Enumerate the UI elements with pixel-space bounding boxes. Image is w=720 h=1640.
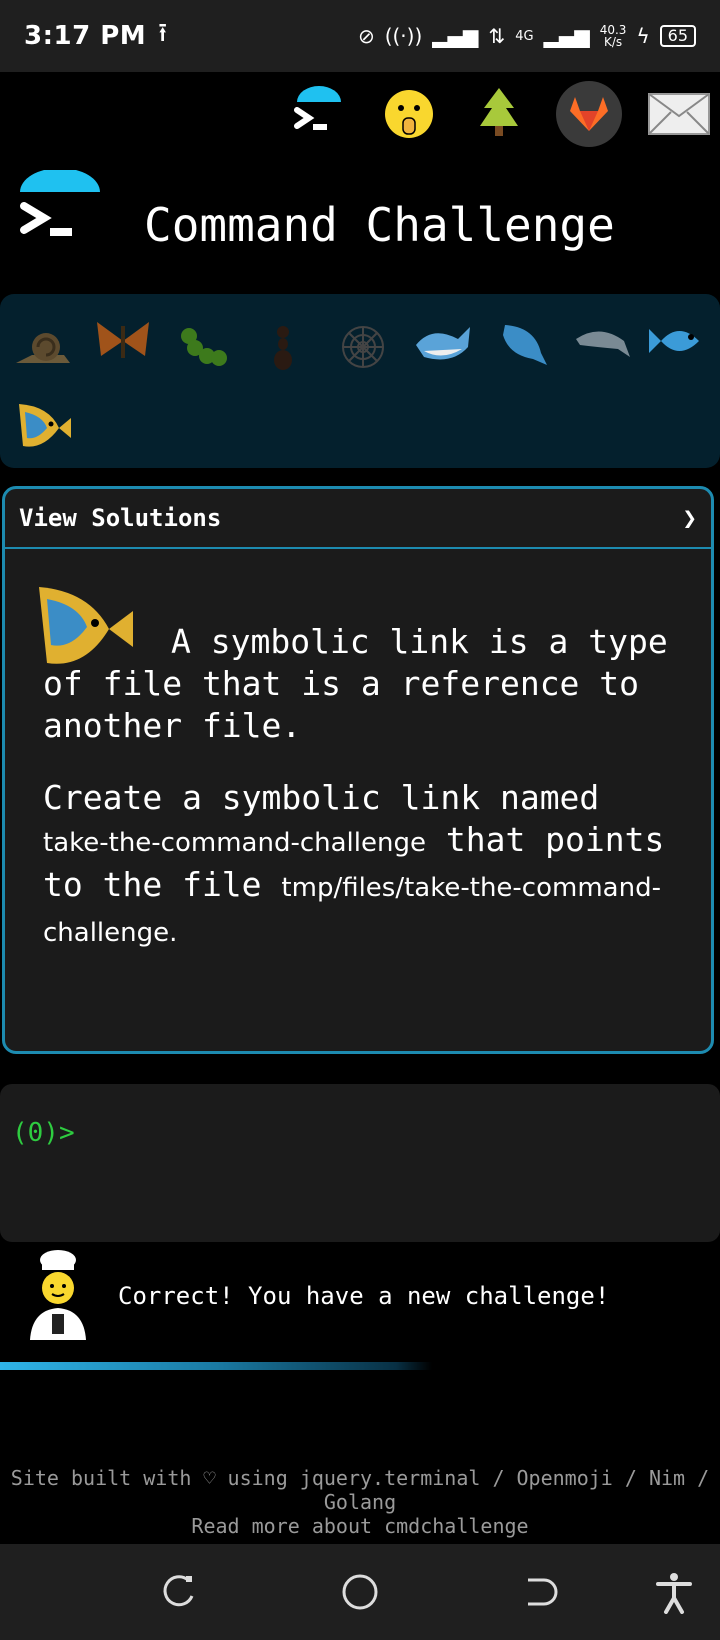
spider-web-icon[interactable] — [328, 312, 398, 382]
ant-icon[interactable] — [248, 312, 318, 382]
signal-icon: ▂▄▆ — [432, 24, 479, 48]
top-icons — [286, 78, 720, 150]
header: Command Challenge — [0, 168, 720, 270]
battery-level: 65 — [659, 25, 696, 47]
do-not-disturb-icon: ⊘ — [357, 24, 375, 48]
challenge-task: Create a symbolic link named take-the-co… — [43, 777, 673, 954]
task-end: . — [169, 918, 178, 948]
speed-unit: K/s — [603, 35, 623, 49]
whale-icon[interactable] — [408, 308, 478, 378]
tropical-fish-icon[interactable] — [8, 390, 78, 460]
footer: Site built with ♡ using jquery.terminal … — [0, 1466, 720, 1538]
whale2-icon[interactable] — [488, 308, 558, 378]
challenge-description: A symbolic link is a type of file that i… — [5, 549, 711, 984]
shushing-face-icon[interactable] — [376, 81, 442, 147]
hotspot-icon: ((·)) — [384, 24, 423, 48]
charging-icon: ϟ — [636, 24, 650, 48]
footer-credits[interactable]: Site built with ♡ using jquery.terminal … — [0, 1466, 720, 1514]
terminal[interactable]: (0)> — [0, 1084, 720, 1242]
task-prefix: Create a symbolic link named — [43, 778, 600, 817]
tropical-fish-large-icon — [29, 579, 137, 681]
chef-icon — [26, 1248, 90, 1344]
christmas-tree-icon[interactable] — [466, 81, 532, 147]
home-button[interactable] — [338, 1570, 382, 1614]
terminal-cursor — [90, 1119, 103, 1148]
challenge-intro: A symbolic link is a type of file that i… — [43, 622, 668, 745]
terminal-icon[interactable] — [286, 81, 352, 147]
view-solutions-label: View Solutions — [19, 504, 222, 532]
back-button[interactable] — [518, 1570, 562, 1614]
prompt-label: (0)> — [12, 1118, 75, 1148]
upload-icon: ⭱ — [158, 18, 168, 48]
system-nav-bar — [0, 1544, 720, 1640]
terminal-prompt[interactable]: (0)> — [12, 1118, 103, 1148]
dolphin-icon[interactable] — [568, 308, 638, 378]
progress-bar — [0, 1362, 720, 1370]
status-bar: 3:17 PM ⭱ ⊘ ((·)) ▂▄▆ ⇅ 4G ▂▄▆ 40.3 K/s … — [0, 0, 720, 72]
snail-icon[interactable] — [8, 312, 78, 382]
page-title: Command Challenge — [144, 198, 615, 252]
recent-apps-button[interactable] — [158, 1570, 202, 1614]
chevron-right-icon: ❯ — [682, 504, 697, 532]
view-solutions-toggle[interactable]: View Solutions ❯ — [5, 489, 711, 549]
caterpillar-icon[interactable] — [168, 312, 238, 382]
badge-tray — [0, 294, 720, 468]
fish-icon[interactable] — [644, 306, 714, 376]
gitlab-icon[interactable] — [556, 81, 622, 147]
status-icons: ⊘ ((·)) ▂▄▆ ⇅ 4G ▂▄▆ 40.3 K/s ϟ 65 — [358, 24, 696, 48]
network-speed: 40.3 K/s — [600, 24, 627, 48]
status-time: 3:17 PM — [24, 21, 147, 51]
challenge-card: View Solutions ❯ A symbolic link is a ty… — [2, 486, 714, 1054]
link-name: take-the-command-challenge — [43, 828, 426, 858]
accessibility-icon[interactable] — [652, 1570, 696, 1614]
footer-read-more-link[interactable]: Read more about cmdchallenge — [0, 1514, 720, 1538]
data-arrows-icon: ⇅ — [488, 24, 506, 48]
network-type: 4G — [515, 28, 534, 44]
signal2-icon: ▂▄▆ — [543, 24, 590, 48]
logo-icon[interactable] — [18, 168, 102, 258]
butterfly-icon[interactable] — [88, 306, 158, 376]
envelope-icon[interactable] — [646, 81, 712, 147]
feedback-message: Correct! You have a new challenge! — [118, 1282, 610, 1310]
feedback-row: Correct! You have a new challenge! — [0, 1246, 720, 1346]
